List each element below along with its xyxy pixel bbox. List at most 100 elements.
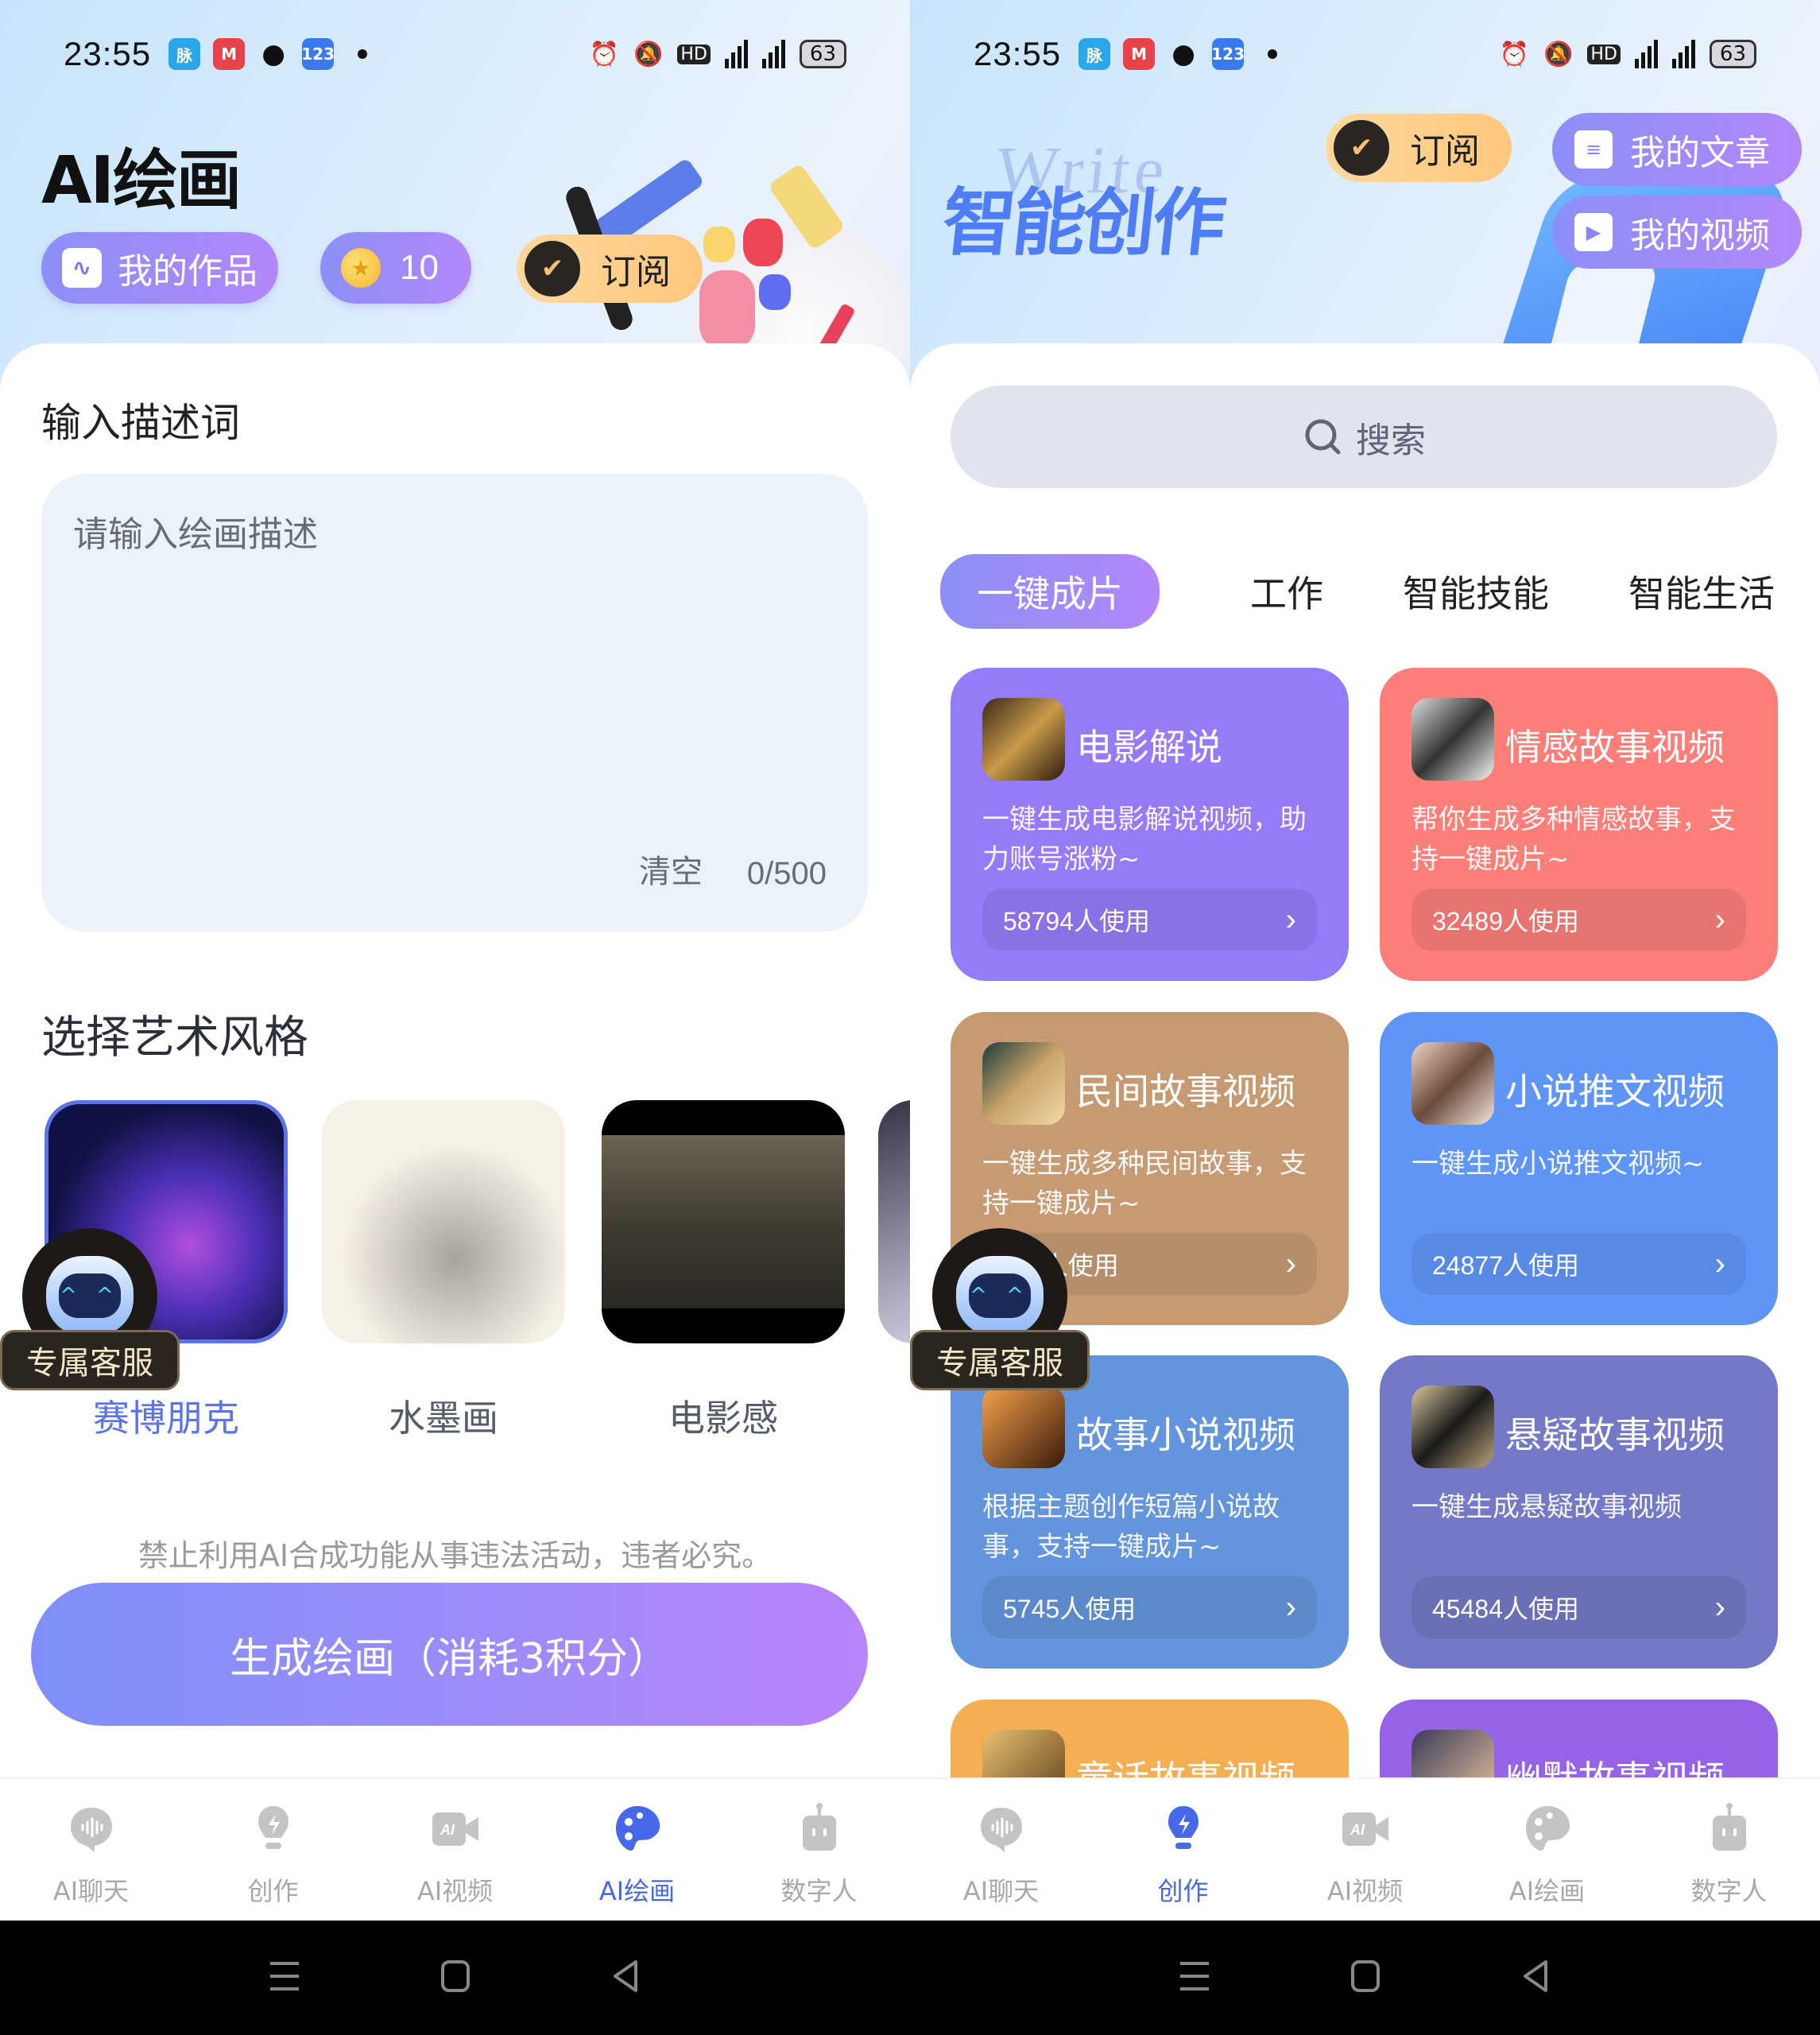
tab-label: 创作: [1157, 1876, 1209, 1906]
lightbulb-bolt-icon: [247, 1803, 300, 1855]
tab-work[interactable]: 工作: [1250, 565, 1323, 618]
signal-icon: [1634, 40, 1658, 68]
my-articles-button[interactable]: ≡ 我的文章: [1552, 113, 1802, 186]
gallery-icon: ∿: [62, 248, 102, 288]
style-option-anime[interactable]: [878, 1100, 910, 1343]
tab-one-click-video[interactable]: 一键成片: [940, 554, 1160, 629]
tab-chat-bubble[interactable]: AI聊天: [910, 1779, 1092, 1921]
back-icon[interactable]: [609, 1959, 644, 1997]
tab-label: AI绘画: [1508, 1876, 1586, 1906]
template-card[interactable]: 故事小说视频 根据主题创作短篇小说故事，支持一键成片~ 5745人使用 ›: [951, 1355, 1349, 1669]
play-icon: ▶: [1574, 213, 1613, 251]
mute-bell-icon: 🔕: [1543, 40, 1574, 68]
tab-video-camera[interactable]: AI AI视频: [1274, 1779, 1456, 1921]
card-usage-button[interactable]: 45484人使用 ›: [1411, 1576, 1746, 1638]
card-usage-button[interactable]: 24877人使用 ›: [1411, 1233, 1746, 1295]
style-heading: 选择艺术风格: [41, 1012, 308, 1064]
clear-button[interactable]: 清空: [639, 846, 703, 892]
card-thumbnail: [982, 698, 1065, 781]
card-description: 一键生成悬疑故事视频: [1411, 1491, 1682, 1523]
points-balance-button[interactable]: ★ 10: [320, 232, 471, 304]
style-thumbnail: [602, 1100, 845, 1343]
palette-icon: [611, 1803, 664, 1855]
my-videos-button[interactable]: ▶ 我的视频: [1552, 196, 1802, 269]
card-thumbnail: [982, 1042, 1065, 1125]
mailbox-app-icon: 脉: [1078, 38, 1111, 70]
robot-icon: [1703, 1803, 1756, 1855]
disclaimer-text: 禁止利用AI合成功能从事违法活动，违者必究。: [137, 1538, 773, 1573]
tab-label: AI视频: [1326, 1876, 1404, 1906]
home-icon[interactable]: [438, 1959, 473, 1997]
tab-label: 创作: [247, 1876, 299, 1906]
style-option-cinematic[interactable]: 电影感: [602, 1100, 845, 1442]
card-description: 帮你生成多种情感故事，支持一键成片~: [1411, 804, 1736, 875]
card-title: 悬疑故事视频: [1505, 1413, 1725, 1456]
prompt-textarea[interactable]: 请输入绘画描述 清空 0/500: [41, 474, 868, 932]
card-description: 一键生成小说推文视频~: [1411, 1148, 1705, 1180]
chevron-right-icon: ›: [1285, 901, 1296, 937]
tab-video-camera[interactable]: AI AI视频: [364, 1779, 546, 1921]
subscribe-button[interactable]: ✔ 订阅: [1326, 114, 1512, 182]
generate-painting-button[interactable]: 生成绘画（消耗3积分）: [31, 1583, 868, 1726]
customer-service-button[interactable]: ^ ^ 专属客服: [0, 1228, 180, 1390]
search-input[interactable]: 搜索: [951, 386, 1777, 488]
input-heading: 输入描述词: [41, 400, 240, 446]
page-title: AI绘画: [41, 143, 242, 219]
tab-smart-life[interactable]: 智能生活: [1628, 565, 1775, 618]
customer-service-button[interactable]: ^ ^ 专属客服: [910, 1228, 1090, 1390]
card-title: 电影解说: [1076, 726, 1222, 769]
video-camera-icon: AI: [429, 1803, 482, 1855]
my-works-button[interactable]: ∿ 我的作品: [41, 232, 278, 304]
card-usage-button[interactable]: 58794人使用 ›: [982, 889, 1317, 951]
usage-count: 58794人使用: [1003, 907, 1150, 936]
customer-service-label: 专属客服: [910, 1330, 1090, 1390]
tab-label: 数字人: [780, 1876, 858, 1906]
template-card[interactable]: 悬疑故事视频 一键生成悬疑故事视频 45484人使用 ›: [1380, 1355, 1778, 1669]
wechat-icon: ●: [1171, 38, 1195, 70]
tab-label: AI聊天: [52, 1876, 130, 1906]
card-usage-button[interactable]: 32489人使用 ›: [1411, 889, 1746, 951]
tab-chat-bubble[interactable]: AI聊天: [0, 1779, 182, 1921]
system-navigation-bar: [910, 1921, 1820, 2035]
tab-palette[interactable]: AI绘画: [546, 1779, 728, 1921]
menu-icon[interactable]: [1177, 1959, 1212, 1997]
lightbulb-bolt-icon: [1157, 1803, 1210, 1855]
mute-bell-icon: 🔕: [633, 40, 664, 68]
tab-robot[interactable]: 数字人: [728, 1779, 910, 1921]
back-icon[interactable]: [1519, 1959, 1554, 1997]
tab-smart-skills[interactable]: 智能技能: [1403, 565, 1549, 618]
card-description: 一键生成多种民间故事，支持一键成片~: [982, 1148, 1307, 1219]
subscribe-button[interactable]: ✔ 订阅: [517, 235, 703, 303]
template-card[interactable]: 电影解说 一键生成电影解说视频，助力账号涨粉~ 58794人使用 ›: [951, 668, 1349, 981]
tab-lightbulb-bolt[interactable]: 创作: [1092, 1779, 1274, 1921]
svg-text:AI: AI: [440, 1822, 455, 1838]
template-card[interactable]: 小说推文视频 一键生成小说推文视频~ 24877人使用 ›: [1380, 1012, 1778, 1325]
status-bar: 23:55 脉 M ● 123 ⏰ 🔕 HD 63: [910, 32, 1820, 76]
chat-bubble-icon: [975, 1803, 1028, 1855]
keyboard-123-icon: 123: [1211, 38, 1245, 70]
signal-2-icon: [761, 40, 785, 68]
svg-text:AI: AI: [1350, 1822, 1365, 1838]
style-option-ink-painting[interactable]: 水墨画: [322, 1100, 565, 1442]
card-description: 一键生成电影解说视频，助力账号涨粉~: [982, 804, 1307, 875]
template-card[interactable]: 情感故事视频 帮你生成多种情感故事，支持一键成片~ 32489人使用 ›: [1380, 668, 1778, 981]
mailbox-app-icon: 脉: [168, 38, 201, 70]
news-app-icon: M: [1123, 38, 1156, 70]
robot-icon: [793, 1803, 846, 1855]
chevron-right-icon: ›: [1285, 1246, 1296, 1281]
signal-2-icon: [1671, 40, 1695, 68]
card-thumbnail: [1411, 1386, 1494, 1468]
tab-label: AI绘画: [598, 1876, 676, 1906]
tab-label: 数字人: [1690, 1876, 1768, 1906]
tab-palette[interactable]: AI绘画: [1456, 1779, 1638, 1921]
card-usage-button[interactable]: 5745人使用 ›: [982, 1576, 1317, 1638]
home-icon[interactable]: [1348, 1959, 1383, 1997]
system-navigation-bar: [0, 1921, 910, 2035]
search-icon: [1305, 419, 1341, 454]
card-thumbnail: [1411, 698, 1494, 781]
alarm-icon: ⏰: [1499, 40, 1530, 68]
main-content-panel: 输入描述词 请输入绘画描述 清空 0/500 选择艺术风格 赛博朋克 水墨画 电…: [0, 343, 910, 1921]
menu-icon[interactable]: [267, 1959, 302, 1997]
tab-robot[interactable]: 数字人: [1638, 1779, 1820, 1921]
tab-lightbulb-bolt[interactable]: 创作: [182, 1779, 364, 1921]
